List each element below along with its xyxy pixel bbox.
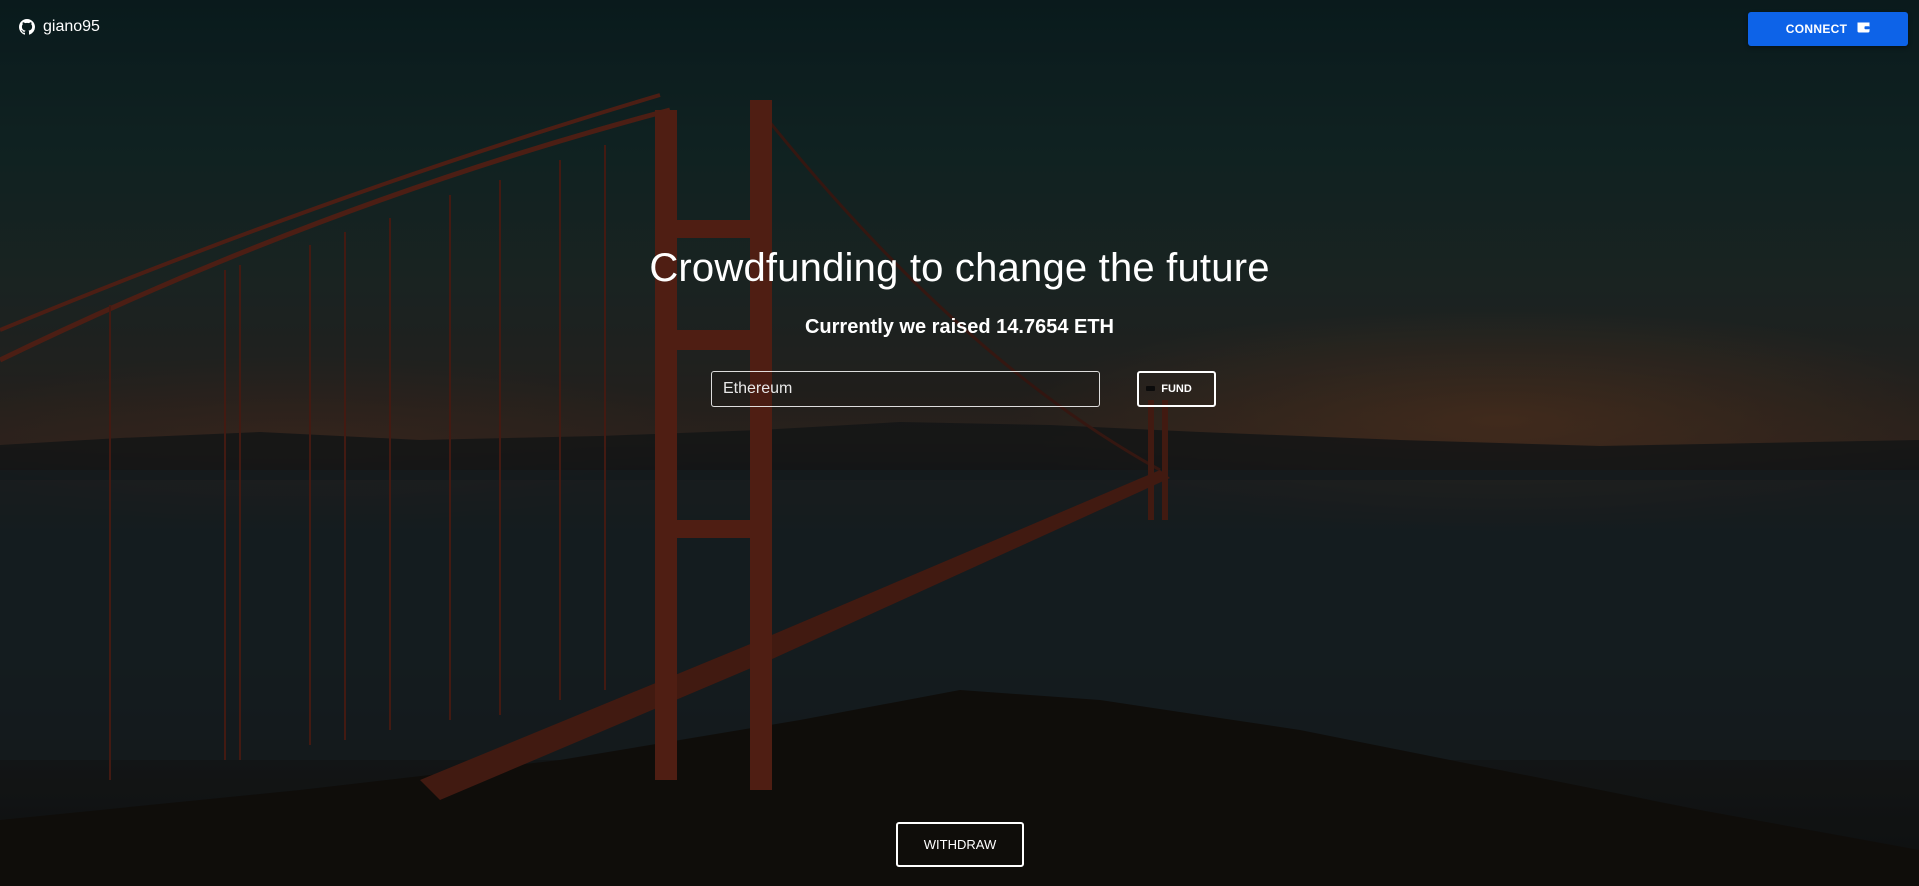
raised-amount-text: Currently we raised 14.7654 ETH (804, 316, 1115, 338)
page: giano95 CONNECT Crowdfunding to change t… (0, 0, 1919, 886)
page-title: Crowdfunding to change the future (649, 246, 1270, 290)
connect-button[interactable]: CONNECT (1748, 12, 1908, 46)
fund-button[interactable]: FUND (1137, 371, 1216, 407)
withdraw-label: WITHDRAW (923, 837, 997, 852)
wallet-icon (1857, 22, 1870, 36)
fund-label: FUND (1161, 383, 1192, 395)
dark-overlay (0, 0, 1919, 886)
github-link[interactable]: giano95 (19, 18, 100, 36)
eth-amount-input[interactable] (711, 371, 1100, 407)
connect-label: CONNECT (1785, 22, 1848, 36)
fund-form: FUND (711, 371, 1216, 407)
github-icon (19, 19, 35, 35)
fund-button-marker (1146, 386, 1155, 391)
brand-label: giano95 (43, 18, 100, 35)
withdraw-button[interactable]: WITHDRAW (896, 822, 1024, 867)
